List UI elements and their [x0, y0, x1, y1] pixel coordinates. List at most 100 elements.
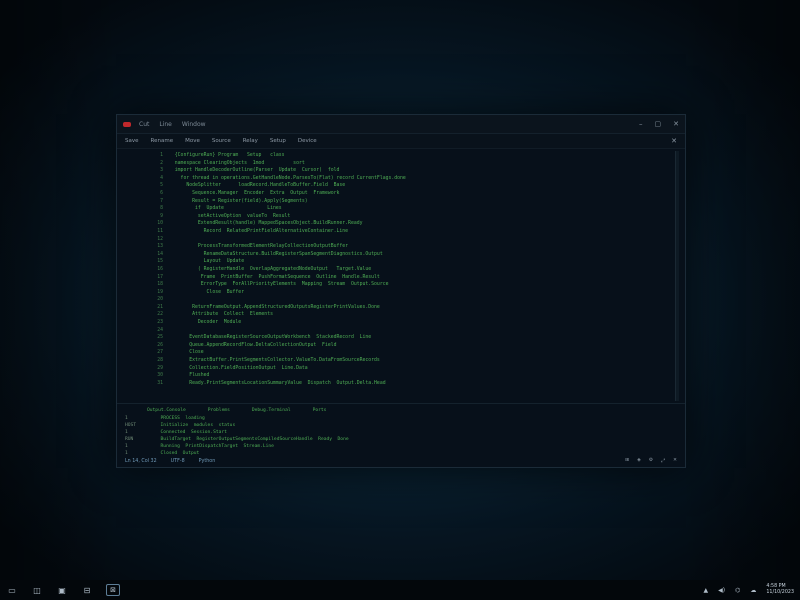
code-line[interactable]: 9 setActiveOption valueTo Result [117, 213, 677, 221]
toolbar-setup[interactable]: Setup [270, 138, 286, 144]
code-line[interactable]: 23 Decoder Module [117, 319, 677, 327]
status-bar: Ln 14, Col 32 UTF-8 Python ⊞ ◈ ⚙ ⤢ ✕ [117, 455, 685, 467]
code-line[interactable]: 25 EventDatabaseRegisterSourceOutputWork… [117, 334, 677, 342]
line-number: 30 [157, 373, 163, 379]
code-line[interactable]: 1 {ConfigureRun} Program Setup class [117, 152, 677, 160]
code-text: Result = Register(field).Apply(Segments) [169, 198, 308, 204]
code-line[interactable]: 7 Result = Register(field).Apply(Segment… [117, 198, 677, 206]
code-line[interactable]: 6 Sequence.Manager Encoder Extra Output … [117, 190, 677, 198]
code-line[interactable]: 2 namespace ClearingObjects 1mod sort [117, 160, 677, 168]
code-text: Ready.PrintSegmentsLocationSummaryValue … [169, 380, 386, 386]
toolbar-save[interactable]: Save [125, 138, 139, 144]
expand-icon[interactable]: ⤢ [661, 458, 665, 464]
terminal-line: 1 Connected Session.Start [117, 429, 685, 436]
toolbar-source[interactable]: Source [212, 138, 231, 144]
status-cursor-position[interactable]: Ln 14, Col 32 [125, 459, 157, 464]
layout-icon[interactable]: ⊞ [625, 458, 629, 464]
code-line[interactable]: 19 Close Buffer [117, 289, 677, 297]
terminal-line-text: Running PrintDispatchTarget Stream.Line [155, 444, 274, 449]
code-line[interactable]: 20 [117, 296, 677, 304]
line-number: 13 [157, 244, 163, 250]
status-close-icon[interactable]: ✕ [673, 458, 677, 464]
tray-overflow-icon[interactable]: ▲ [704, 587, 709, 594]
tab-ports[interactable]: Ports [313, 407, 327, 414]
panel-close-icon[interactable]: ✕ [671, 137, 677, 145]
code-line[interactable]: 5 NodeSplitter loadRecord.HandleToBuffer… [117, 182, 677, 190]
code-text: ErrorType ForAllPriorityElements Mapping… [169, 282, 389, 288]
code-editor[interactable]: 1 {ConfigureRun} Program Setup class 2 na… [117, 148, 677, 408]
code-line[interactable]: 14 RenameDataStructure.BuildRegisterSpan… [117, 251, 677, 259]
cloud-icon[interactable]: ☁ [750, 587, 756, 594]
tab-output[interactable]: Output.Console [147, 407, 186, 414]
line-number: 10 [157, 221, 163, 227]
code-line[interactable]: 18 ErrorType ForAllPriorityElements Mapp… [117, 281, 677, 289]
code-line[interactable]: 4 for thread in operations.GetHandleNode… [117, 175, 677, 183]
code-editor-app-icon[interactable]: ⊠ [106, 584, 120, 596]
toolbar-move[interactable]: Move [185, 138, 200, 144]
line-number: 17 [157, 274, 163, 280]
settings-icon[interactable]: ⚙ [649, 458, 653, 464]
system-tray: ▲ ◀) ⌬ ☁ 4:58 PM 11/10/2023 [704, 584, 795, 596]
terminal-line-tag: 1 [125, 444, 128, 449]
toolbar-device[interactable]: Device [298, 138, 317, 144]
code-text: ExtractBuffer.PrintSegmentsCollector.Val… [169, 358, 380, 364]
code-line[interactable]: 16 ( RegisterHandle OverlapAggregatedNod… [117, 266, 677, 274]
tab-debug-terminal[interactable]: Debug.Terminal [252, 407, 291, 414]
terminal-tabs: Output.Console Problems Debug.Terminal P… [117, 407, 685, 414]
code-text: Record RelatedPrintFieldAlternativeConta… [169, 228, 349, 234]
clock-date: 11/10/2023 [766, 590, 794, 595]
code-line[interactable]: 22 Attribute Collect Elements [117, 311, 677, 319]
maximize-icon[interactable]: ▢ [655, 120, 662, 128]
code-text: Close [169, 350, 204, 356]
editor-scrollbar[interactable] [675, 151, 679, 401]
line-number: 19 [157, 289, 163, 295]
code-text: Decoder Module [169, 320, 242, 326]
menu-item-window[interactable]: Window [182, 121, 206, 128]
code-line[interactable]: 15 Layout Update [117, 258, 677, 266]
code-line[interactable]: 12 [117, 236, 677, 244]
toolbar: Save Rename Move Source Relay Setup Devi… [117, 134, 685, 149]
code-line[interactable]: 24 [117, 327, 677, 335]
network-icon[interactable]: ⌬ [735, 587, 740, 594]
code-line[interactable]: 29 Collection.FieldPositionOutput Line.D… [117, 365, 677, 373]
code-text: Collection.FieldPositionOutput Line.Data [169, 365, 308, 371]
code-line[interactable]: 27 Close [117, 349, 677, 357]
clock[interactable]: 4:58 PM 11/10/2023 [766, 584, 794, 596]
terminal-app-icon[interactable]: ⊟ [81, 585, 93, 595]
menu-item-cut[interactable]: Cut [139, 121, 149, 128]
code-line[interactable]: 21 ReturnFrameOutput.AppendStructuredOut… [117, 304, 677, 312]
menu-item-line[interactable]: Line [159, 121, 172, 128]
terminal-panel[interactable]: Output.Console Problems Debug.Terminal P… [117, 403, 685, 459]
toolbar-rename[interactable]: Rename [151, 138, 174, 144]
code-text: Close Buffer [169, 289, 245, 295]
code-line[interactable]: 26 Queue.AppendRecordFlow.DeltaCollectio… [117, 342, 677, 350]
volume-icon[interactable]: ◀) [718, 587, 725, 594]
code-line[interactable]: 31 Ready.PrintSegmentsLocationSummaryVal… [117, 380, 677, 388]
file-explorer-icon[interactable]: ▣ [56, 585, 68, 595]
code-line[interactable]: 8 if Update Lines [117, 205, 677, 213]
code-line[interactable]: 13 ProcessTransformedElementRelayCollect… [117, 243, 677, 251]
minimize-icon[interactable]: – [639, 120, 643, 128]
terminal-output: 1 PROCESS loading HOST Initialize modules… [117, 415, 685, 457]
task-view-icon[interactable]: ◫ [31, 585, 43, 595]
line-number: 21 [157, 304, 163, 310]
extension-icon[interactable]: ◈ [637, 458, 641, 464]
code-line[interactable]: 10 ExtendResult(handle) MappedSpacesObje… [117, 220, 677, 228]
code-line[interactable]: 28 ExtractBuffer.PrintSegmentsCollector.… [117, 357, 677, 365]
status-right-icons: ⊞ ◈ ⚙ ⤢ ✕ [625, 458, 677, 464]
code-line[interactable]: 3 import HandleDecoderOutline(Parser Upd… [117, 167, 677, 175]
close-icon[interactable]: ✕ [673, 120, 679, 128]
line-number: 31 [157, 380, 163, 386]
code-line[interactable]: 30 Flushed [117, 372, 677, 380]
line-number: 15 [157, 259, 163, 265]
status-encoding[interactable]: UTF-8 [171, 459, 185, 464]
line-number: 25 [157, 335, 163, 341]
toolbar-relay[interactable]: Relay [243, 138, 258, 144]
code-line[interactable]: 17 Frame PrintBuffer PushFormatSequence … [117, 274, 677, 282]
start-icon[interactable]: ▭ [6, 585, 18, 595]
tab-problems[interactable]: Problems [208, 407, 230, 414]
code-text: for thread in operations.GetHandleNode.P… [169, 175, 406, 181]
code-line[interactable]: 11 Record RelatedPrintFieldAlternativeCo… [117, 228, 677, 236]
status-language[interactable]: Python [199, 459, 216, 464]
line-number: 23 [157, 320, 163, 326]
